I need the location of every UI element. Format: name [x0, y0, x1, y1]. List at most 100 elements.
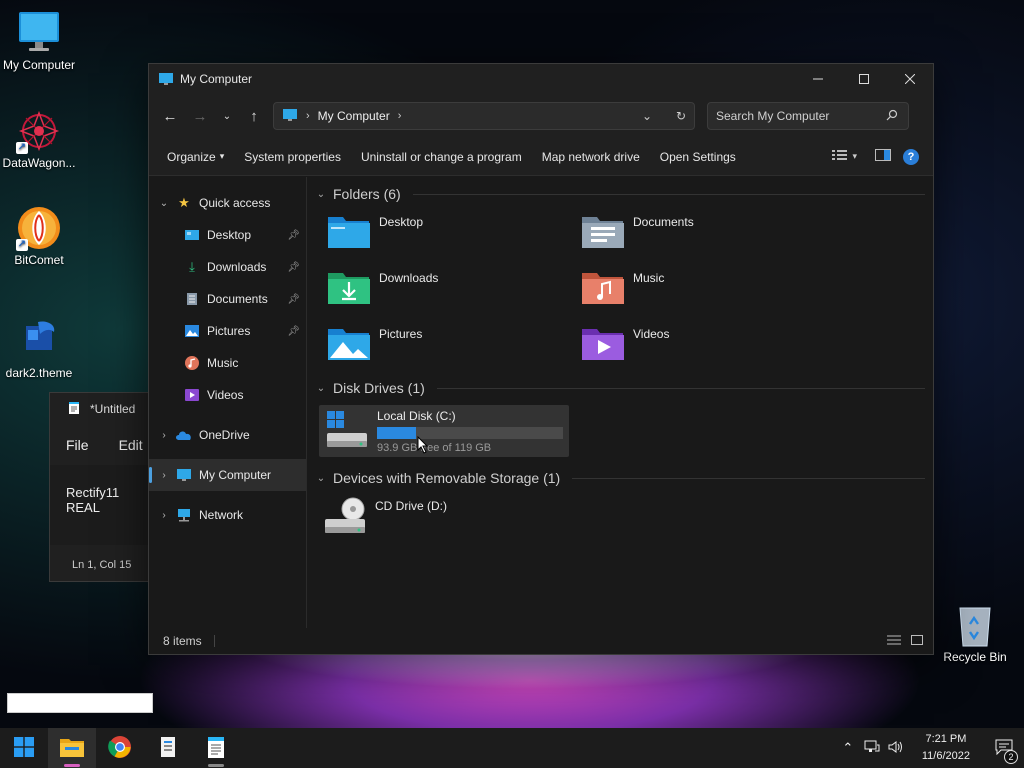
breadcrumb-chevron-icon[interactable]: ›: [398, 110, 402, 122]
nav-item-music[interactable]: Music: [149, 347, 306, 379]
breadcrumb-my-computer[interactable]: My Computer: [318, 109, 390, 123]
address-history-button[interactable]: ⌄: [634, 109, 660, 123]
preview-pane-button[interactable]: [869, 145, 897, 169]
minimize-button[interactable]: [795, 64, 841, 94]
nav-item-downloads[interactable]: ⤓ Downloads 📌︎: [149, 251, 306, 283]
folder-name: Pictures: [379, 327, 423, 341]
desktop-icon-dark2-theme[interactable]: dark2.theme: [0, 318, 78, 380]
document-icon: [183, 291, 201, 307]
folder-downloads[interactable]: Downloads: [315, 263, 569, 319]
nav-quick-access[interactable]: ⌄ ★ Quick access: [149, 187, 306, 219]
search-box[interactable]: [707, 102, 909, 130]
close-button[interactable]: [887, 64, 933, 94]
system-properties-button[interactable]: System properties: [234, 143, 351, 171]
taskbar-chrome[interactable]: [96, 728, 144, 768]
organize-button[interactable]: Organize ▾: [157, 143, 234, 171]
nav-label: Network: [199, 508, 244, 522]
nav-item-videos[interactable]: Videos: [149, 379, 306, 411]
nav-onedrive[interactable]: › OneDrive: [149, 419, 306, 451]
chevron-up-icon[interactable]: ⌃: [836, 740, 860, 756]
system-tray: ⌃ 7:21 PM 11/6/2022 2: [836, 728, 1024, 768]
desktop-icon-label: My Computer: [2, 58, 76, 72]
desktop-icon-my-computer[interactable]: My Computer: [0, 10, 78, 72]
taskbar-notepad[interactable]: [192, 728, 240, 768]
folder-music[interactable]: Music: [569, 263, 823, 319]
drive-cd-d[interactable]: CD Drive (D:): [315, 491, 925, 537]
drive-local-disk-c[interactable]: Local Disk (C:) 93.9 GB free of 119 GB: [319, 405, 569, 457]
navigation-pane: ⌄ ★ Quick access Desktop 📌︎ ⤓ Downloads …: [149, 177, 307, 628]
folder-name: Music: [633, 271, 665, 285]
taskbar-app-3[interactable]: [144, 728, 192, 768]
network-icon: [175, 507, 193, 523]
picture-icon: [183, 323, 201, 339]
group-header-removable[interactable]: ⌄ Devices with Removable Storage (1): [315, 465, 925, 491]
pin-icon: 📌︎: [287, 261, 300, 273]
maximize-button[interactable]: [841, 64, 887, 94]
nav-item-desktop[interactable]: Desktop 📌︎: [149, 219, 306, 251]
group-title: Devices with Removable Storage (1): [333, 470, 561, 486]
clock-time: 7:21 PM: [925, 733, 967, 745]
help-icon[interactable]: ?: [903, 148, 919, 165]
volume-icon[interactable]: [884, 740, 908, 757]
nav-item-pictures[interactable]: Pictures 📌︎: [149, 315, 306, 347]
group-title: Disk Drives (1): [333, 380, 425, 396]
open-settings-button[interactable]: Open Settings: [650, 143, 746, 171]
desktop-icon-bitcomet[interactable]: ↗ BitComet: [0, 205, 78, 267]
notepad-text-area[interactable]: Rectify11 REAL: [50, 465, 158, 545]
chevron-down-icon[interactable]: ⌄: [153, 198, 175, 209]
recent-locations-button[interactable]: ⌄: [215, 101, 239, 131]
notepad-window[interactable]: *Untitled File Edit Rectify11 REAL Ln 1,…: [49, 392, 159, 582]
nav-item-documents[interactable]: Documents 📌︎: [149, 283, 306, 315]
desktop-icon-label: DataWagon...: [2, 156, 76, 170]
tiles-view-button[interactable]: [911, 634, 923, 649]
change-view-button[interactable]: ▾: [826, 145, 863, 169]
notepad-menu-file[interactable]: File: [66, 437, 89, 453]
desktop-icon-datawagon[interactable]: ↗ DataWagon...: [0, 108, 78, 170]
back-button[interactable]: ←: [155, 101, 185, 131]
details-view-button[interactable]: [887, 634, 901, 649]
group-header-folders[interactable]: ⌄ Folders (6): [315, 181, 925, 207]
folder-documents[interactable]: Documents: [569, 207, 823, 263]
desktop-icon-recycle-bin[interactable]: Recycle Bin: [936, 602, 1014, 664]
chevron-down-icon: ▾: [219, 151, 225, 161]
address-bar[interactable]: › My Computer › ⌄ ↻: [273, 102, 695, 130]
network-tray-icon[interactable]: [860, 740, 884, 757]
folder-desktop[interactable]: Desktop: [315, 207, 569, 263]
notification-center-button[interactable]: 2: [984, 739, 1024, 764]
notepad-title: *Untitled: [90, 402, 136, 416]
start-button[interactable]: [0, 728, 48, 768]
refresh-button[interactable]: ↻: [668, 109, 694, 123]
chevron-down-icon: ⌄: [316, 382, 326, 394]
desktop-folder-icon: [327, 213, 371, 249]
forward-button[interactable]: →: [185, 101, 215, 131]
clock[interactable]: 7:21 PM 11/6/2022: [908, 731, 984, 765]
chevron-right-icon[interactable]: ›: [153, 430, 175, 441]
status-bar: 8 items: [149, 628, 933, 654]
search-input[interactable]: [716, 109, 886, 123]
nav-network[interactable]: › Network: [149, 499, 306, 531]
chevron-right-icon[interactable]: ›: [153, 470, 175, 481]
breadcrumb-chevron-icon[interactable]: ›: [306, 110, 310, 122]
floating-white-bar[interactable]: [7, 693, 153, 713]
notepad-menu-edit[interactable]: Edit: [119, 437, 143, 453]
group-title: Folders (6): [333, 186, 401, 202]
chevron-right-icon[interactable]: ›: [153, 510, 175, 521]
map-network-drive-button[interactable]: Map network drive: [532, 143, 650, 171]
nav-label: Documents: [207, 292, 268, 306]
explorer-window[interactable]: My Computer ← → ⌄ ↑ › My Computer › ⌄ ↻: [148, 63, 934, 655]
notepad-titlebar[interactable]: *Untitled: [50, 393, 158, 425]
cloud-icon: [175, 427, 193, 443]
folder-videos[interactable]: Videos: [569, 319, 823, 375]
nav-my-computer[interactable]: › My Computer: [149, 459, 306, 491]
folder-name: Documents: [633, 215, 694, 229]
chevron-down-icon: ⌄: [316, 188, 326, 200]
taskbar: ⌃ 7:21 PM 11/6/2022 2: [0, 728, 1024, 768]
uninstall-program-button[interactable]: Uninstall or change a program: [351, 143, 532, 171]
taskbar-file-explorer[interactable]: [48, 728, 96, 768]
recycle-bin-icon: [952, 602, 998, 648]
group-header-disk-drives[interactable]: ⌄ Disk Drives (1): [315, 375, 925, 401]
up-button[interactable]: ↑: [239, 101, 269, 131]
folder-pictures[interactable]: Pictures: [315, 319, 569, 375]
command-bar: Organize ▾ System properties Uninstall or…: [149, 138, 933, 176]
explorer-titlebar[interactable]: My Computer: [149, 64, 933, 94]
